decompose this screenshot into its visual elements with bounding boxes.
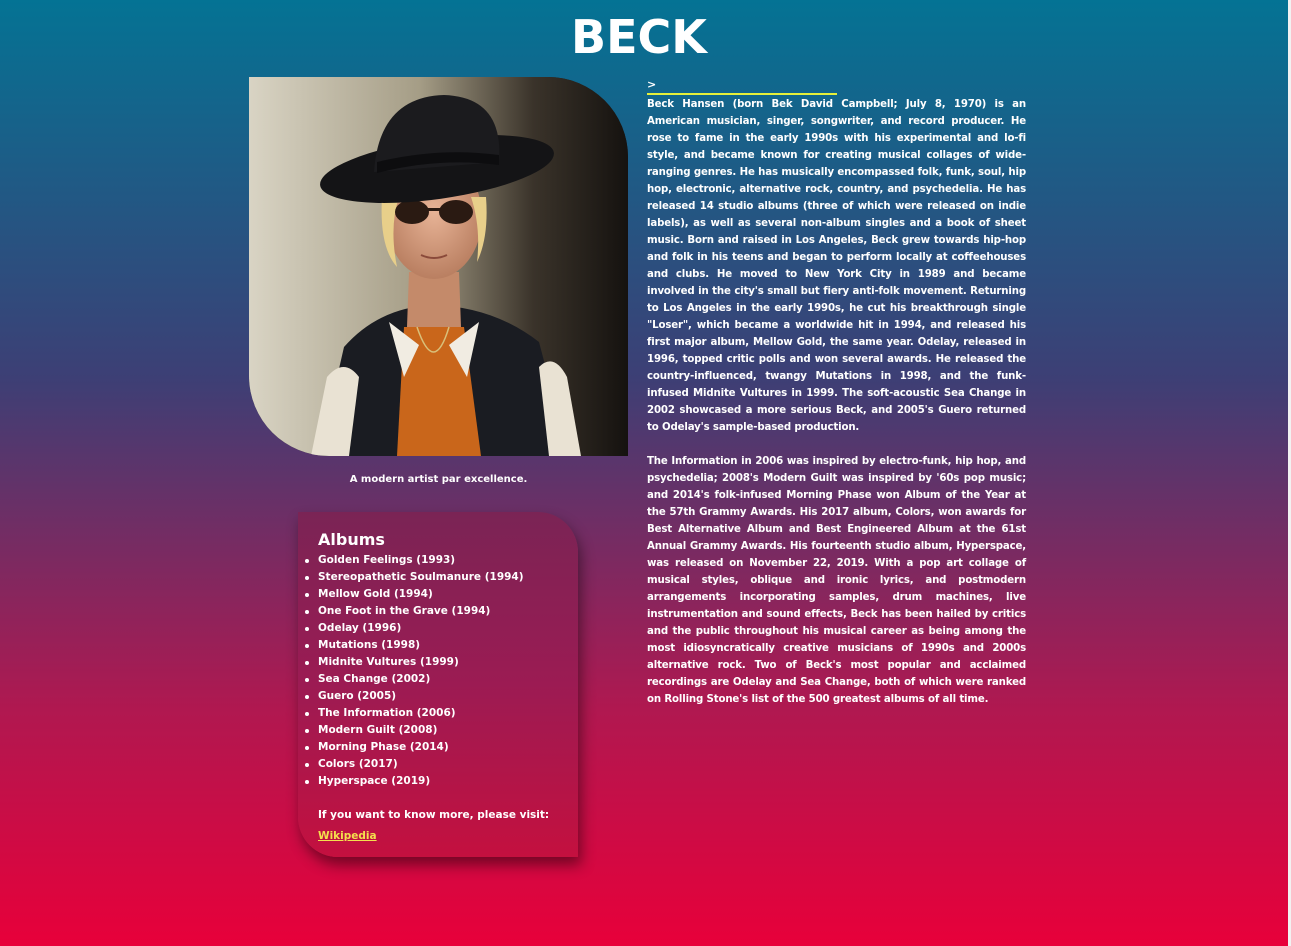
album-item: Modern Guilt (2008) — [305, 722, 558, 739]
bio-marker: > — [647, 77, 837, 95]
album-item: Guero (2005) — [305, 688, 558, 705]
album-item: Sea Change (2002) — [305, 671, 558, 688]
wikipedia-link[interactable]: Wikipedia — [318, 828, 377, 845]
album-item: Mellow Gold (1994) — [305, 586, 558, 603]
bio-paragraph: Beck Hansen (born Bek David Campbell; Ju… — [647, 99, 1026, 433]
album-item: Odelay (1996) — [305, 620, 558, 637]
photo-caption: A modern artist par excellence. — [349, 474, 528, 485]
album-item: Midnite Vultures (1999) — [305, 654, 558, 671]
album-item: Golden Feelings (1993) — [305, 552, 558, 569]
bio-paragraph: The Information in 2006 was inspired by … — [647, 456, 1026, 705]
artist-photo — [249, 77, 628, 456]
album-item: Hyperspace (2019) — [305, 773, 558, 790]
albums-heading: Albums — [318, 530, 385, 549]
album-item: One Foot in the Grave (1994) — [305, 603, 558, 620]
album-item: Morning Phase (2014) — [305, 739, 558, 756]
album-item: The Information (2006) — [305, 705, 558, 722]
page-title: BECK — [571, 10, 707, 64]
albums-card: Albums Golden Feelings (1993) Stereopath… — [298, 512, 578, 857]
album-item: Colors (2017) — [305, 756, 558, 773]
album-item: Mutations (1998) — [305, 637, 558, 654]
bio-text: Beck Hansen (born Bek David Campbell; Ju… — [647, 96, 1026, 725]
album-item: Stereopathetic Soulmanure (1994) — [305, 569, 558, 586]
albums-list: Golden Feelings (1993) Stereopathetic So… — [305, 552, 558, 790]
more-info-text: If you want to know more, please visit: — [318, 809, 550, 821]
